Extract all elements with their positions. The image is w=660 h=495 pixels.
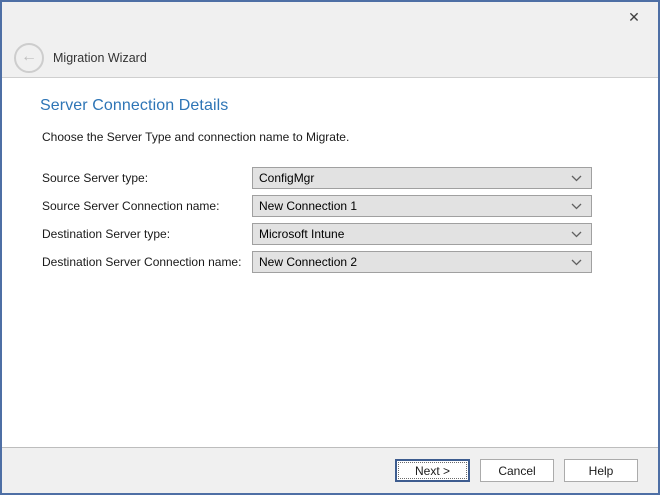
chevron-down-icon xyxy=(571,227,582,241)
server-connection-form: Source Server type: ConfigMgr Source Ser… xyxy=(42,167,658,273)
wizard-footer: Next > Cancel Help xyxy=(2,447,658,493)
chevron-down-icon xyxy=(571,171,582,185)
destination-connection-name-label: Destination Server Connection name: xyxy=(42,255,252,269)
close-icon: ✕ xyxy=(628,9,640,26)
cancel-button[interactable]: Cancel xyxy=(480,459,554,482)
source-server-type-value: ConfigMgr xyxy=(259,171,314,185)
page-title: Server Connection Details xyxy=(40,97,658,115)
page-description: Choose the Server Type and connection na… xyxy=(42,130,658,144)
destination-server-type-value: Microsoft Intune xyxy=(259,227,344,241)
next-button[interactable]: Next > xyxy=(395,459,470,482)
form-row-source-connection-name: Source Server Connection name: New Conne… xyxy=(42,195,658,217)
form-row-source-server-type: Source Server type: ConfigMgr xyxy=(42,167,658,189)
source-connection-name-label: Source Server Connection name: xyxy=(42,199,252,213)
wizard-title: Migration Wizard xyxy=(53,51,147,65)
source-connection-name-value: New Connection 1 xyxy=(259,199,357,213)
wizard-header-band: ✕ ← Migration Wizard xyxy=(2,2,658,78)
destination-connection-name-dropdown[interactable]: New Connection 2 xyxy=(252,251,592,273)
help-button[interactable]: Help xyxy=(564,459,638,482)
source-connection-name-dropdown[interactable]: New Connection 1 xyxy=(252,195,592,217)
wizard-page-content: Server Connection Details Choose the Ser… xyxy=(2,97,658,273)
destination-server-type-dropdown[interactable]: Microsoft Intune xyxy=(252,223,592,245)
source-server-type-dropdown[interactable]: ConfigMgr xyxy=(252,167,592,189)
destination-server-type-label: Destination Server type: xyxy=(42,227,252,241)
migration-wizard-window: ✕ ← Migration Wizard Server Connection D… xyxy=(0,0,660,495)
back-arrow-icon: ← xyxy=(21,49,37,65)
form-row-destination-connection-name: Destination Server Connection name: New … xyxy=(42,251,658,273)
close-button[interactable]: ✕ xyxy=(622,6,646,28)
source-server-type-label: Source Server type: xyxy=(42,171,252,185)
form-row-destination-server-type: Destination Server type: Microsoft Intun… xyxy=(42,223,658,245)
chevron-down-icon xyxy=(571,255,582,269)
chevron-down-icon xyxy=(571,199,582,213)
wizard-header: ← Migration Wizard xyxy=(14,43,147,73)
back-button[interactable]: ← xyxy=(14,43,44,73)
destination-connection-name-value: New Connection 2 xyxy=(259,255,357,269)
